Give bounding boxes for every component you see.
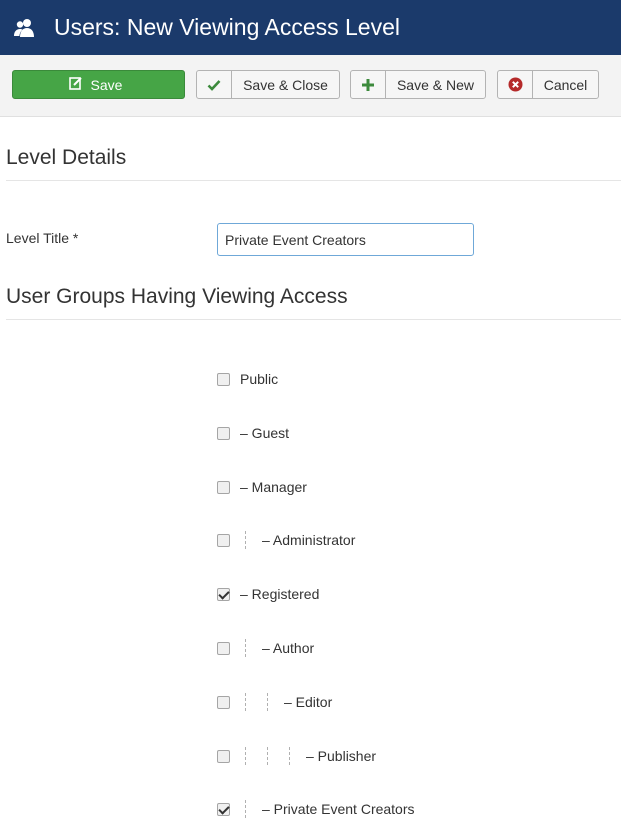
group-label: – Editor <box>284 694 333 710</box>
group-row[interactable]: – Publisher <box>217 746 376 766</box>
group-checkbox[interactable] <box>217 480 230 494</box>
level-details-heading: Level Details <box>6 146 127 169</box>
group-row[interactable]: – Guest <box>217 423 289 443</box>
save-close-label: Save & Close <box>243 76 328 93</box>
group-checkbox[interactable] <box>217 426 230 440</box>
tree-indent-guide <box>240 638 262 658</box>
group-row[interactable]: – Author <box>217 638 314 658</box>
page-title: Users: New Viewing Access Level <box>54 14 400 40</box>
group-label: Public <box>240 371 279 387</box>
group-label: – Private Event Creators <box>262 801 415 817</box>
page-header: Users: New Viewing Access Level <box>0 0 621 55</box>
group-label: – Registered <box>240 586 320 602</box>
level-title-label: Level Title * <box>6 230 79 246</box>
group-label: – Guest <box>240 425 290 441</box>
users-icon <box>12 16 36 40</box>
user-groups-heading: User Groups Having Viewing Access <box>6 285 348 308</box>
cancel-label: Cancel <box>543 76 588 93</box>
group-label: – Administrator <box>262 532 356 548</box>
group-checkbox[interactable] <box>217 695 230 709</box>
group-checkbox[interactable] <box>217 749 230 763</box>
group-checkbox[interactable] <box>217 533 230 547</box>
edit-icon <box>68 76 83 93</box>
tree-indent-guide <box>284 746 306 766</box>
cancel-circle-icon <box>498 71 533 98</box>
save-close-button[interactable]: Save & Close <box>196 70 340 99</box>
group-row[interactable]: – Private Event Creators <box>217 799 415 819</box>
group-checkbox[interactable] <box>217 641 230 655</box>
save-new-label: Save & New <box>396 76 475 93</box>
group-row[interactable]: – Registered <box>217 584 319 604</box>
plus-icon <box>351 71 386 98</box>
toolbar: Save Save & Close Save & New Cancel <box>0 55 621 117</box>
group-row[interactable]: – Administrator <box>217 530 355 550</box>
group-row[interactable]: – Editor <box>217 692 332 712</box>
check-icon <box>197 71 232 98</box>
group-checkbox[interactable] <box>217 372 230 386</box>
group-label: – Author <box>262 640 315 656</box>
group-checkbox[interactable] <box>217 802 230 816</box>
divider <box>6 180 621 181</box>
tree-indent-guide <box>262 692 284 712</box>
tree-indent-guide <box>240 746 262 766</box>
group-checkbox[interactable] <box>217 587 230 601</box>
divider <box>6 319 621 320</box>
save-button-label: Save <box>90 76 123 93</box>
save-new-button[interactable]: Save & New <box>350 70 486 99</box>
level-title-input[interactable] <box>217 223 474 256</box>
tree-indent-guide <box>240 692 262 712</box>
tree-indent-guide <box>240 799 262 819</box>
group-label: – Publisher <box>306 748 377 764</box>
tree-indent-guide <box>262 746 284 766</box>
tree-indent-guide <box>240 530 262 550</box>
group-row[interactable]: Public <box>217 369 278 389</box>
group-label: – Manager <box>240 479 307 495</box>
group-row[interactable]: – Manager <box>217 477 307 497</box>
save-button[interactable]: Save <box>12 70 185 99</box>
cancel-button[interactable]: Cancel <box>497 70 599 99</box>
